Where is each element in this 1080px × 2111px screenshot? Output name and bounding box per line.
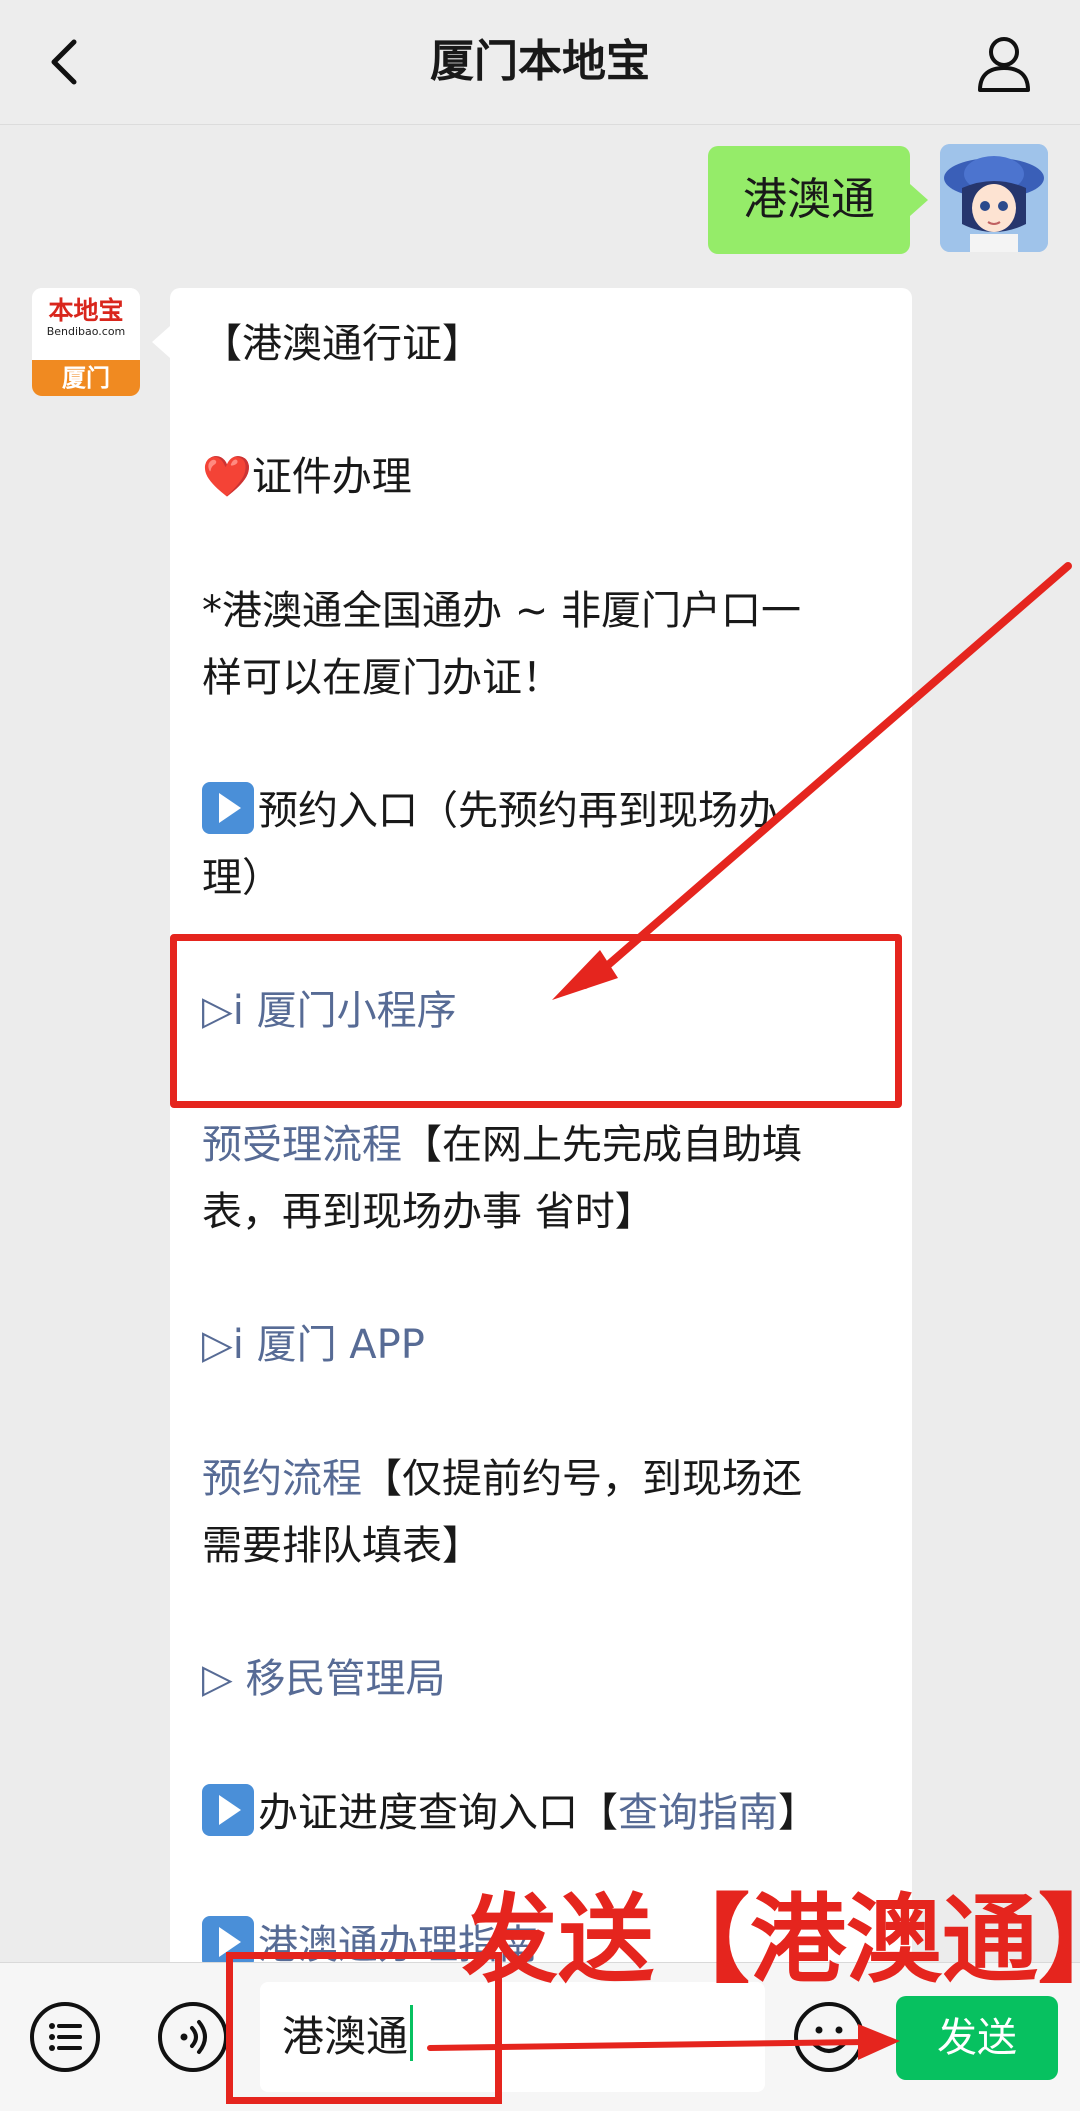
reply-booking-line2: 理） [202, 855, 282, 901]
profile-icon[interactable] [972, 30, 1036, 94]
emoji-icon[interactable] [792, 2000, 866, 2074]
top-bar: 厦门本地宝 [0, 0, 1080, 125]
my-message-bubble[interactable]: 港澳通 [708, 146, 928, 254]
account-logo-sub: Bendibao.com [46, 325, 126, 338]
page-title: 厦门本地宝 [430, 36, 650, 87]
annotation-text: 发送【港澳通】 [462, 1884, 1080, 1996]
menu-list-icon[interactable] [28, 2000, 102, 2074]
reply-booking-process-line1: 预约流程【仅提前约号，到现场还 [202, 1446, 902, 1513]
reply-preaccept-line1: 预受理流程【在网上先完成自助填 [202, 1112, 902, 1179]
account-logo-name: 本地宝 [48, 296, 124, 325]
highlight-box [170, 934, 902, 1108]
account-avatar[interactable]: 本地宝 Bendibao.com 厦门 [32, 288, 140, 396]
booking-entry-text: 预约入口（先预约再到现场办 [258, 788, 778, 834]
account-logo: 本地宝 Bendibao.com [32, 288, 140, 352]
reply-heading: 【港澳通行证】 [202, 321, 482, 367]
reply-note-line2: 样可以在厦门办证！ [202, 655, 562, 701]
play-icon [202, 1784, 254, 1836]
reply-booking-line1: 预约入口（先预约再到现场办 [202, 778, 902, 845]
reply-preaccept-line2: 表，再到现场办事 省时】 [202, 1189, 655, 1235]
send-button[interactable]: 发送 [896, 1996, 1058, 2080]
heart-icon: ❤️ [202, 454, 252, 500]
reply-progress-query: 办证进度查询入口【查询指南】 [202, 1780, 902, 1847]
link-xiamen-app[interactable]: ▷i 厦门 APP [202, 1312, 902, 1379]
reply-section-title: ❤️证件办理 [202, 444, 902, 511]
voice-icon[interactable] [156, 2000, 230, 2074]
link-preaccept-process[interactable]: 预受理流程 [202, 1122, 402, 1168]
link-query-guide[interactable]: 查询指南 [618, 1790, 778, 1836]
input-highlight-box [226, 1952, 502, 2104]
progress-query-text: 办证进度查询入口【 [258, 1790, 618, 1836]
section-title-text: 证件办理 [251, 454, 412, 500]
my-avatar[interactable] [940, 144, 1048, 252]
preaccept-desc: 【在网上先完成自助填 [402, 1122, 802, 1168]
account-logo-city: 厦门 [32, 360, 140, 396]
link-booking-process[interactable]: 预约流程 [202, 1456, 362, 1502]
booking-process-desc: 【仅提前约号，到现场还 [362, 1456, 802, 1502]
anime-avatar-image [940, 144, 1048, 252]
reply-booking-process-line2: 需要排队填表】 [202, 1523, 482, 1569]
play-icon [202, 782, 254, 834]
link-immigration-bureau[interactable]: ▷ 移民管理局 [202, 1646, 902, 1713]
progress-query-close: 】 [778, 1790, 818, 1836]
reply-note-line1: *港澳通全国通办 ~ 非厦门户口一 [202, 588, 801, 634]
